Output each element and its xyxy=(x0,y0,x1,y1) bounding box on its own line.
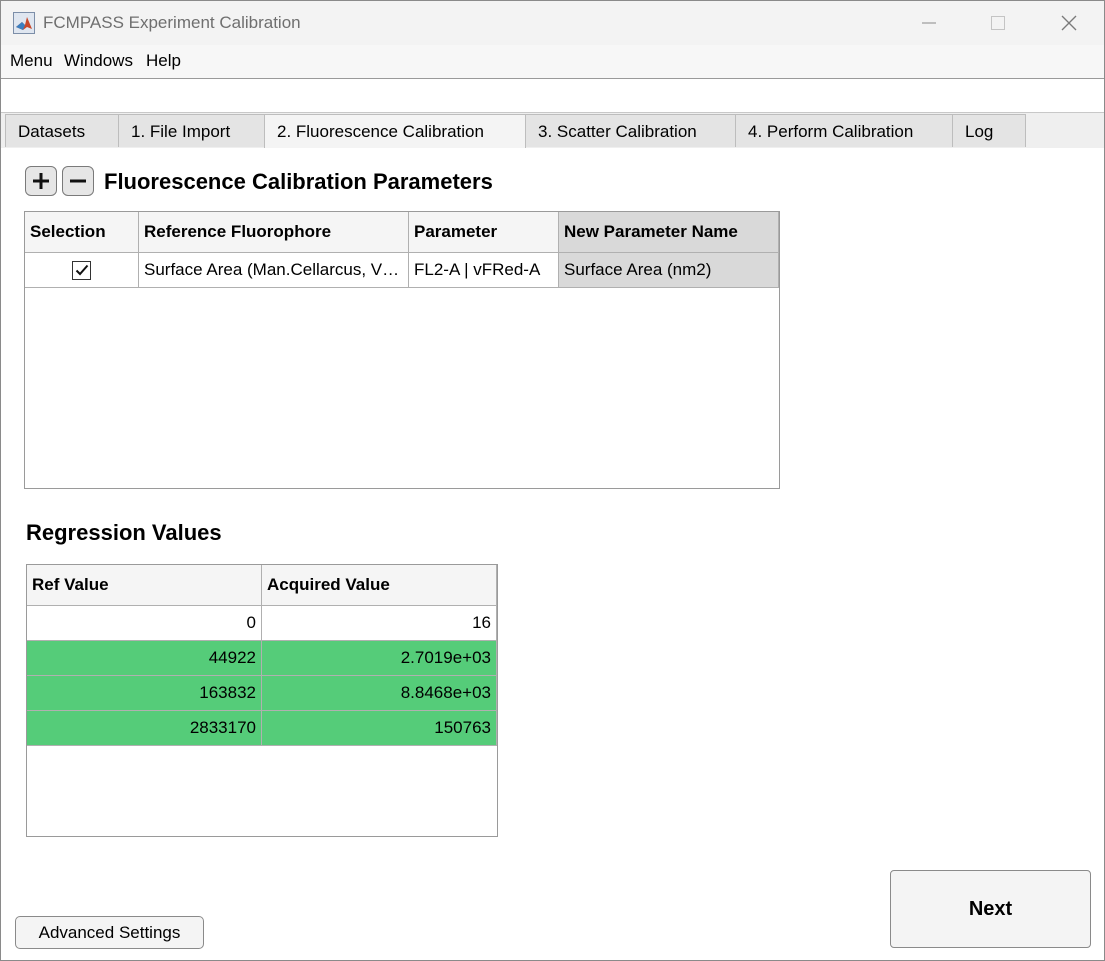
table-cell-ref-value[interactable]: 2833170 xyxy=(27,711,262,746)
fluorescence-parameters-table: Selection Reference Fluorophore Paramete… xyxy=(24,211,780,489)
table-cell-acquired-value[interactable]: 150763 xyxy=(262,711,497,746)
regression-values-table: Ref Value Acquired Value 0 16 44922 2.70… xyxy=(26,564,498,837)
tab-scatter-calibration[interactable]: 3. Scatter Calibration xyxy=(525,114,736,147)
minimize-button[interactable] xyxy=(894,1,964,45)
tab-log[interactable]: Log xyxy=(952,114,1026,147)
close-icon xyxy=(1061,15,1077,31)
menu-bar: Menu Windows Help xyxy=(1,45,1104,79)
title-bar: FCMPASS Experiment Calibration xyxy=(1,1,1104,45)
menu-item-menu[interactable]: Menu xyxy=(10,51,53,71)
column-header-reference-fluorophore[interactable]: Reference Fluorophore xyxy=(139,212,409,253)
fluorescence-section-title: Fluorescence Calibration Parameters xyxy=(104,169,493,194)
matlab-logo-icon xyxy=(13,12,35,34)
tab-fluorescence-calibration[interactable]: 2. Fluorescence Calibration xyxy=(264,114,526,149)
table-cell-reference-fluorophore[interactable]: Surface Area (Man.Cellarcus, Vfred, lot … xyxy=(139,253,409,288)
menu-item-windows[interactable]: Windows xyxy=(64,51,133,71)
table-cell-acquired-value[interactable]: 16 xyxy=(262,606,497,641)
checkmark-icon xyxy=(75,264,88,276)
table-cell-ref-value[interactable]: 0 xyxy=(27,606,262,641)
column-header-selection[interactable]: Selection xyxy=(25,212,139,253)
remove-row-button[interactable] xyxy=(62,166,94,196)
advanced-settings-button[interactable]: Advanced Settings xyxy=(15,916,204,949)
table-cell-parameter[interactable]: FL2-A | vFRed-A xyxy=(409,253,559,288)
column-header-ref-value[interactable]: Ref Value xyxy=(27,565,262,606)
fluorescence-calibration-panel: Fluorescence Calibration Parameters Sele… xyxy=(1,148,1104,960)
window-title: FCMPASS Experiment Calibration xyxy=(43,13,301,32)
column-header-parameter[interactable]: Parameter xyxy=(409,212,559,253)
table-cell-selection xyxy=(25,253,139,288)
plus-icon xyxy=(33,173,49,189)
table-cell-new-parameter-name[interactable]: Surface Area (nm2) xyxy=(559,253,779,288)
menu-item-help[interactable]: Help xyxy=(146,51,181,71)
tab-datasets[interactable]: Datasets xyxy=(5,114,119,147)
table-cell-ref-value[interactable]: 163832 xyxy=(27,676,262,711)
maximize-icon xyxy=(991,16,1005,30)
table-cell-acquired-value[interactable]: 8.8468e+03 xyxy=(262,676,497,711)
column-header-acquired-value[interactable]: Acquired Value xyxy=(262,565,497,606)
table-cell-ref-value[interactable]: 44922 xyxy=(27,641,262,676)
tab-perform-calibration[interactable]: 4. Perform Calibration xyxy=(735,114,953,147)
app-window: FCMPASS Experiment Calibration Menu Wind… xyxy=(0,0,1105,961)
column-header-new-parameter-name[interactable]: New Parameter Name xyxy=(559,212,779,253)
close-button[interactable] xyxy=(1034,1,1104,45)
toolbar-area xyxy=(1,79,1104,113)
tab-bar: Datasets 1. File Import 2. Fluorescence … xyxy=(1,113,1104,149)
maximize-button[interactable] xyxy=(963,1,1033,45)
tab-file-import[interactable]: 1. File Import xyxy=(118,114,265,147)
minus-icon xyxy=(70,179,86,183)
selection-checkbox[interactable] xyxy=(72,260,91,280)
table-cell-acquired-value[interactable]: 2.7019e+03 xyxy=(262,641,497,676)
minimize-icon xyxy=(922,22,936,24)
regression-section-title: Regression Values xyxy=(26,520,222,545)
next-button[interactable]: Next xyxy=(890,870,1091,948)
add-row-button[interactable] xyxy=(25,166,57,196)
